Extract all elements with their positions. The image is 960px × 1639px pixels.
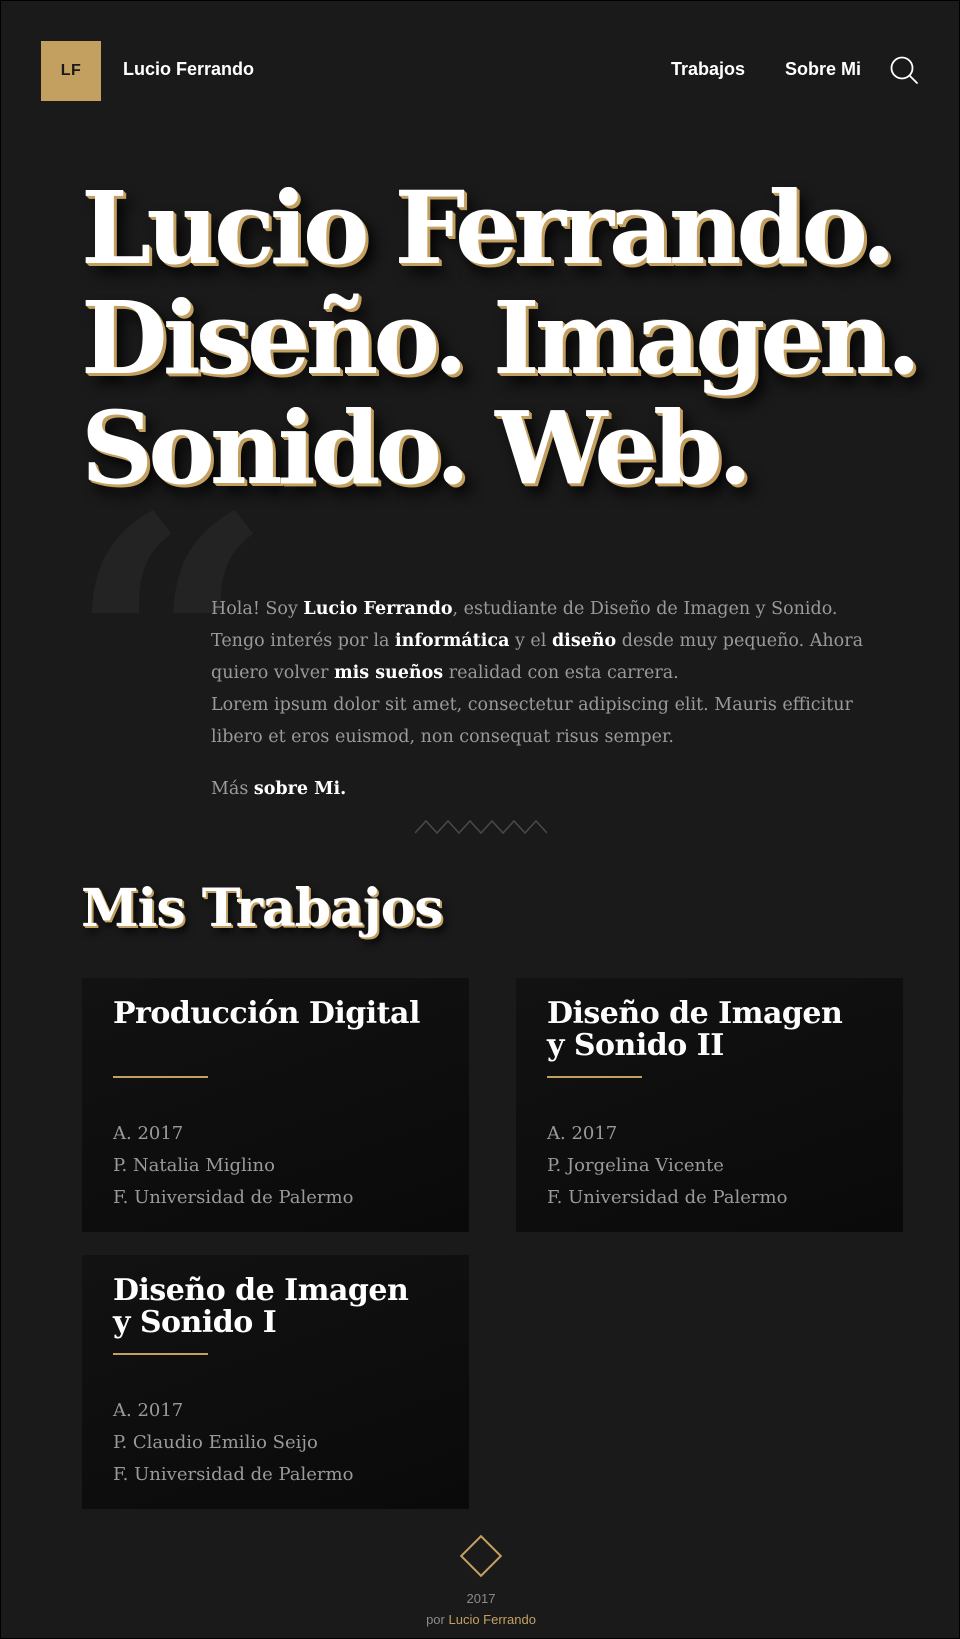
work-card-produccion-digital[interactable]: Producción Digital A. 2017 P. Natalia Mi…	[82, 978, 469, 1232]
card-title: Diseño de Imagen y Sonido II	[547, 996, 843, 1063]
about-link[interactable]: sobre Mi.	[254, 779, 346, 799]
diamond-icon	[459, 1534, 503, 1578]
search-icon[interactable]	[889, 55, 919, 85]
intro-text: Hola! Soy Lucio Ferrando, estudiante de …	[211, 599, 864, 683]
diseno-highlight: diseño	[551, 631, 617, 651]
zigzag-divider	[415, 819, 547, 835]
card-underline	[113, 1353, 208, 1355]
site-name[interactable]: Lucio Ferrando	[123, 59, 254, 80]
suenos-highlight: mis sueños	[334, 663, 444, 683]
card-professor: P. Jorgelina Vicente	[547, 1155, 724, 1176]
card-year: A. 2017	[547, 1123, 618, 1144]
card-faculty: F. Universidad de Palermo	[113, 1187, 354, 1208]
card-year: A. 2017	[113, 1400, 184, 1421]
site-header: LF Lucio Ferrando Trabajos Sobre Mi	[1, 1, 960, 141]
card-faculty: F. Universidad de Palermo	[113, 1464, 354, 1485]
informatica-highlight: informática	[395, 631, 510, 651]
nav-item-sobre-mi[interactable]: Sobre Mi	[785, 59, 861, 80]
work-card-diseno-imagen-sonido-1[interactable]: Diseño de Imagen y Sonido I A. 2017 P. Cl…	[82, 1255, 469, 1509]
card-title: Diseño de Imagen y Sonido I	[113, 1273, 409, 1340]
card-meta: A. 2017 P. Jorgelina Vicente F. Universi…	[547, 1118, 787, 1214]
nav-item-trabajos[interactable]: Trabajos	[671, 59, 745, 80]
card-professor: P. Natalia Miglino	[113, 1155, 275, 1176]
card-title: Producción Digital	[113, 996, 420, 1031]
intro-paragraph: Hola! Soy Lucio Ferrando, estudiante de …	[211, 593, 871, 805]
card-year: A. 2017	[113, 1123, 184, 1144]
card-meta: A. 2017 P. Claudio Emilio Seijo F. Unive…	[113, 1395, 353, 1491]
footer-year: 2017	[466, 1591, 496, 1606]
name-highlight: Lucio Ferrando	[303, 599, 453, 619]
card-faculty: F. Universidad de Palermo	[547, 1187, 788, 1208]
works-title: Mis Trabajos	[81, 878, 444, 939]
hero-line-2: Diseño. Imagen.	[81, 279, 921, 397]
card-meta: A. 2017 P. Natalia Miglino F. Universida…	[113, 1118, 353, 1214]
main-nav: Trabajos Sobre Mi	[671, 59, 861, 80]
more-about: Más sobre Mi.	[211, 779, 347, 799]
logo[interactable]: LF	[41, 41, 101, 101]
footer-credit: por Lucio Ferrando	[426, 1612, 536, 1627]
hero-line-1: Lucio Ferrando.	[81, 169, 896, 287]
card-underline	[113, 1076, 208, 1078]
card-underline	[547, 1076, 642, 1078]
lorem-text: Lorem ipsum dolor sit amet, consectetur …	[211, 695, 853, 747]
footer-author-link[interactable]: Lucio Ferrando	[448, 1612, 535, 1627]
card-professor: P. Claudio Emilio Seijo	[113, 1432, 318, 1453]
work-card-diseno-imagen-sonido-2[interactable]: Diseño de Imagen y Sonido II A. 2017 P. J…	[516, 978, 903, 1232]
